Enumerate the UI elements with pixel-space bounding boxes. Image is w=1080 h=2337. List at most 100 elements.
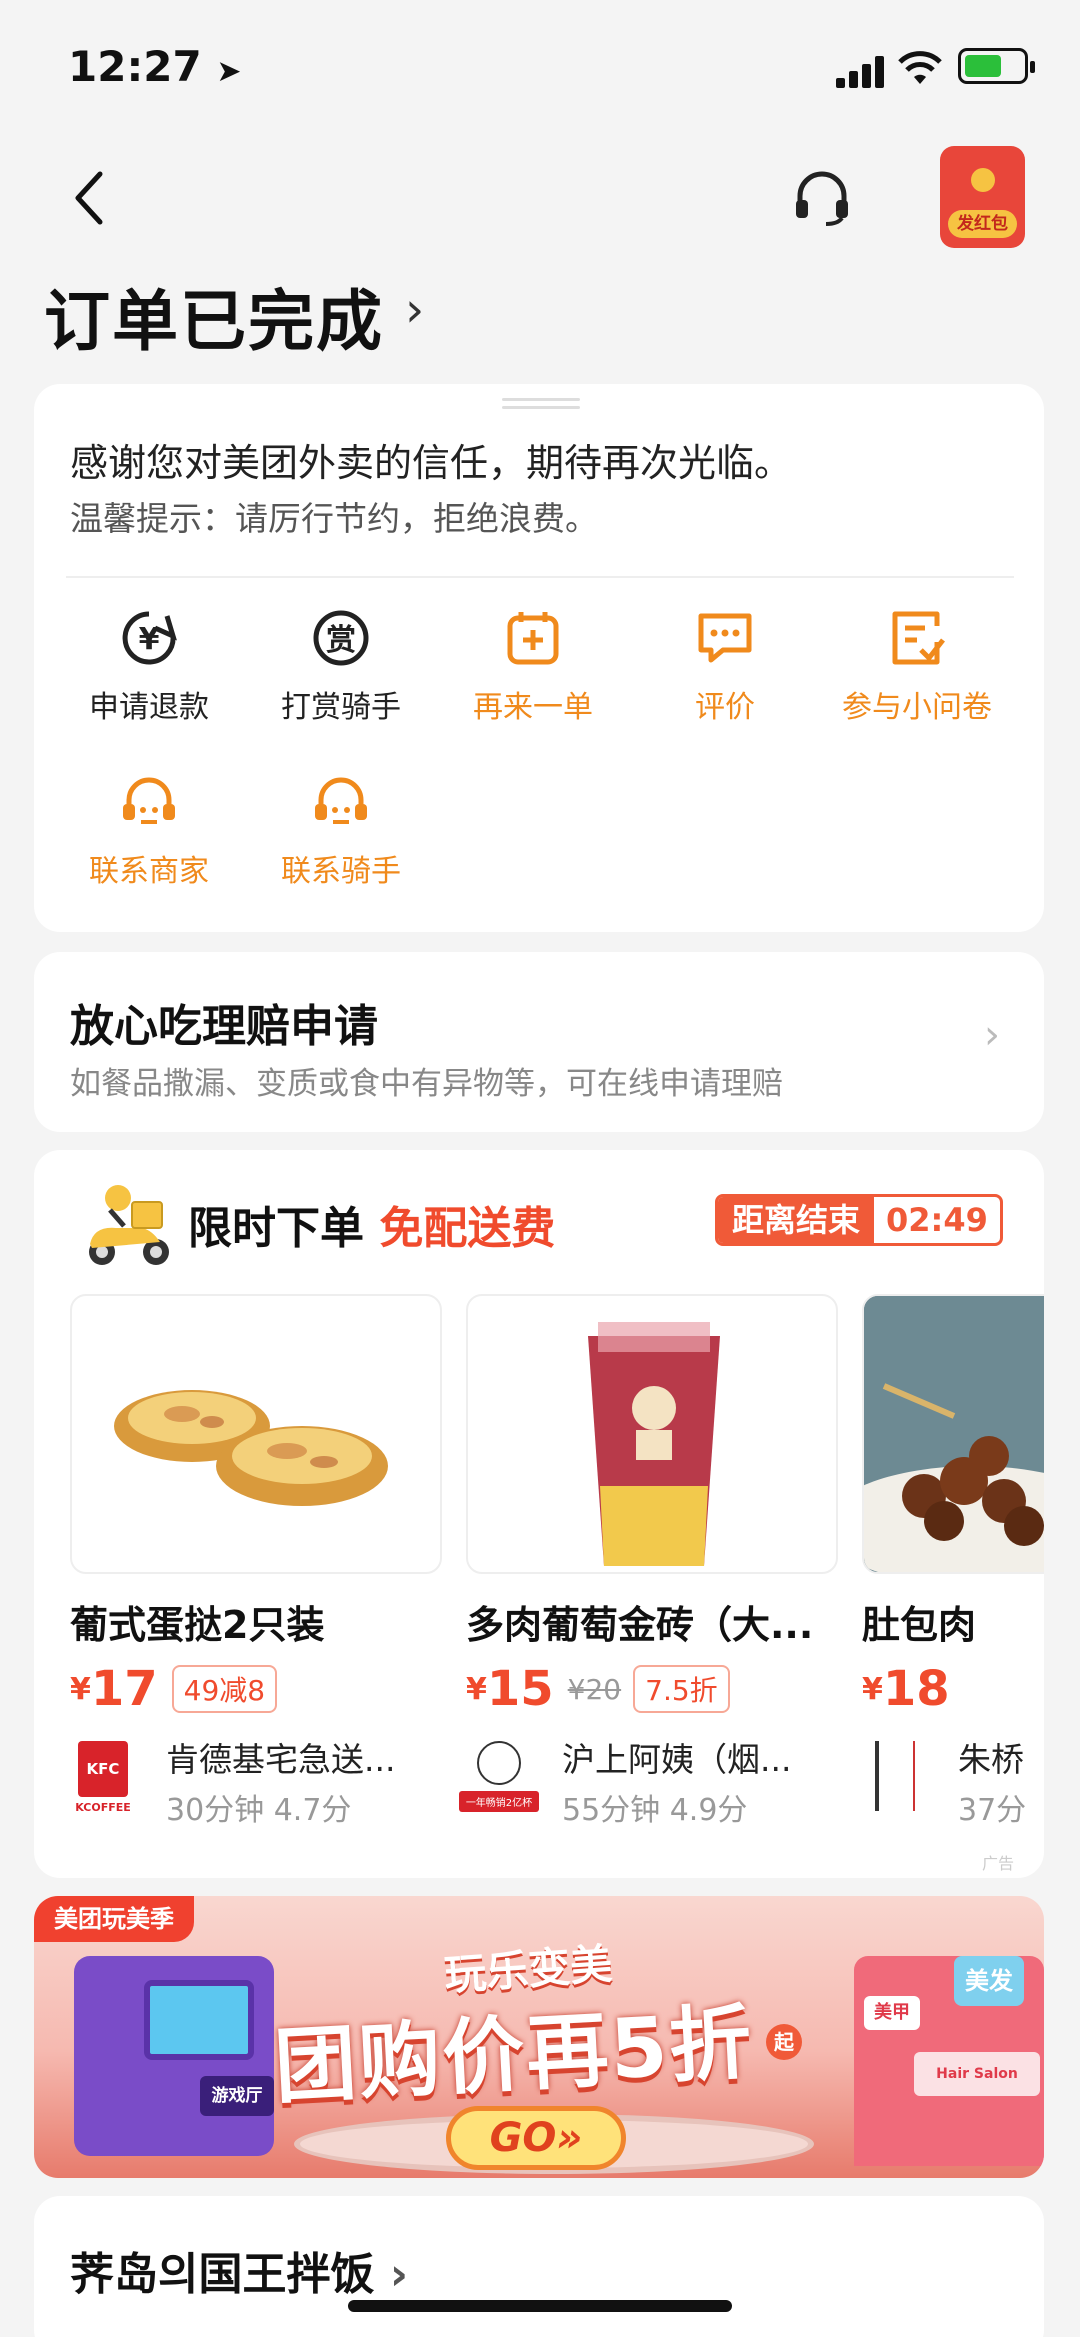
contact-rider-label: 联系骑手 — [281, 854, 401, 889]
claim-subtitle: 如餐品撒漏、变质或食中有异物等，可在线申请理赔 — [70, 1066, 783, 1102]
page-title[interactable]: 订单已完成 — [44, 268, 384, 364]
store-name: 朱桥 — [958, 1740, 1024, 1779]
drag-handle[interactable] — [502, 398, 580, 401]
wifi-icon — [898, 51, 942, 84]
drag-handle-line — [502, 406, 580, 409]
chevron-right-icon: › — [984, 1012, 1000, 1058]
currency: ¥ — [862, 1671, 883, 1707]
product-image — [862, 1294, 1044, 1574]
product-price: 17 — [90, 1661, 158, 1717]
home-indicator[interactable] — [348, 2300, 732, 2312]
contact-merchant-button[interactable]: 联系商家 — [54, 770, 244, 890]
arcade-illustration: 游戏厅 — [74, 1956, 274, 2156]
survey-button[interactable]: 参与小问卷 — [822, 606, 1012, 726]
review-button[interactable]: 评价 — [630, 606, 820, 726]
tip-message: 温馨提示：请厉行节约，拒绝浪费。 — [70, 499, 598, 538]
delivery-scooter-icon — [89, 1185, 169, 1265]
svg-text:赏: 赏 — [326, 623, 356, 658]
signal-icon — [836, 56, 884, 88]
contact-merchant-label: 联系商家 — [89, 854, 209, 889]
promo-title: 限时下单 免配送费 — [188, 1203, 556, 1254]
product-name: 肚包肉 — [862, 1603, 977, 1647]
store-meta: 30分钟 4.7分 — [166, 1793, 352, 1828]
promo-banner[interactable]: 美团玩美季 游戏厅 玩乐变美 团购价再5折 起 GO» 美发 美甲 Hair S… — [34, 1896, 1044, 2178]
store-name: 肯德基宅急送... — [166, 1740, 396, 1779]
status-bar: 12:27 ➤ — [0, 0, 1080, 130]
contact-rider-button[interactable]: 联系骑手 — [246, 770, 436, 890]
survey-icon — [892, 611, 945, 665]
reorder-icon — [507, 612, 559, 665]
claim-title: 放心吃理赔申请 — [70, 1001, 378, 1052]
store-meta: 37分 — [958, 1793, 1027, 1828]
countdown-timer: 距离结束 02:49 — [715, 1194, 1003, 1246]
hair-salon-sign: Hair Salon — [914, 2052, 1040, 2096]
store-title: 荠岛의国王拌饭 › — [70, 2249, 408, 2300]
store-info: 一年畅销2亿杯 沪上阿姨（烟... 55分钟 4.9分 — [459, 1733, 838, 1829]
status-time: 12:27 ➤ — [68, 42, 242, 91]
discount-tag: 7.5折 — [633, 1665, 730, 1713]
product-card[interactable]: 多肉葡萄金砖（大... ¥ 15 ¥20 7.5折 一年畅销2亿杯 沪上阿姨（烟… — [459, 1294, 838, 1829]
store-name: 沪上阿姨（烟... — [562, 1740, 792, 1779]
countdown-label: 距离结束 — [718, 1197, 875, 1243]
banner-go-button[interactable]: GO» — [446, 2106, 626, 2170]
back-icon[interactable] — [70, 168, 110, 228]
store-card[interactable]: 荠岛의国王拌饭 › — [34, 2196, 1044, 2337]
currency: ¥ — [70, 1671, 91, 1707]
salon-illustration: 美发 美甲 Hair Salon — [854, 1956, 1044, 2166]
location-arrow-icon: ➤ — [216, 54, 242, 89]
auntea-jenny-logo: 一年畅销2亿杯 — [459, 1741, 539, 1821]
tip-rider-label: 打赏骑手 — [281, 690, 401, 725]
review-icon — [698, 613, 752, 663]
reward-icon: 赏 — [313, 610, 369, 666]
reorder-label: 再来一单 — [473, 690, 593, 725]
tip-rider-button[interactable]: 赏 打赏骑手 — [246, 606, 436, 726]
product-name: 多肉葡萄金砖（大... — [466, 1603, 814, 1647]
divider — [66, 576, 1014, 578]
red-packet-label: 发红包 — [948, 210, 1017, 238]
customer-service-icon[interactable] — [792, 170, 852, 228]
product-card[interactable]: 葡式蛋挞2只装 ¥ 17 49减8 KFC KCOFFEE 肯德基宅急送... … — [70, 1294, 442, 1829]
store-logo — [862, 1741, 928, 1821]
original-price: ¥20 — [567, 1672, 622, 1706]
price-line: ¥ 15 ¥20 7.5折 — [466, 1661, 838, 1717]
send-red-packet-button[interactable]: 发红包 — [940, 146, 1025, 248]
refund-button[interactable]: ¥ 申请退款 — [54, 606, 244, 726]
discount-tag: 49减8 — [171, 1665, 278, 1713]
thanks-message: 感谢您对美团外卖的信任，期待再次光临。 — [70, 441, 793, 485]
banner-corner-tag: 美团玩美季 — [34, 1896, 194, 1942]
salon-sign: 美发 — [954, 1956, 1024, 2006]
price-line: ¥ 18 — [862, 1661, 1044, 1717]
promo-highlight: 免配送费 — [379, 1203, 556, 1254]
product-price: 18 — [882, 1661, 950, 1717]
product-name: 葡式蛋挞2只装 — [70, 1603, 325, 1647]
review-label: 评价 — [695, 690, 755, 725]
banner-qi-badge: 起 — [766, 2024, 802, 2060]
battery-icon — [958, 48, 1035, 84]
currency: ¥ — [466, 1671, 487, 1707]
limited-time-promo-card: 限时下单 免配送费 距离结束 02:49 葡式蛋挞2只装 ¥ 17 49减8 K… — [34, 1150, 1044, 1878]
survey-label: 参与小问卷 — [842, 690, 992, 725]
reorder-button[interactable]: 再来一单 — [438, 606, 628, 726]
kfc-logo: KFC KCOFFEE — [70, 1741, 136, 1821]
store-info: KFC KCOFFEE 肯德基宅急送... 30分钟 4.7分 — [70, 1733, 442, 1829]
nail-sign: 美甲 — [864, 1996, 920, 2030]
ad-label: 广告 — [982, 1854, 1015, 1873]
chevron-right-icon[interactable]: › — [405, 282, 424, 338]
product-image — [70, 1294, 442, 1574]
chevron-right-icon: › — [389, 2249, 408, 2300]
price-line: ¥ 17 49减8 — [70, 1661, 442, 1717]
order-status-card: 感谢您对美团外卖的信任，期待再次光临。 温馨提示：请厉行节约，拒绝浪费。 ¥ 申… — [34, 384, 1044, 932]
product-card[interactable]: 肚包肉 ¥ 18 朱桥 37分 — [862, 1294, 1044, 1829]
countdown-time: 02:49 — [886, 1201, 988, 1239]
refund-label: 申请退款 — [89, 690, 209, 725]
contact-merchant-icon — [123, 777, 175, 824]
product-image — [466, 1294, 838, 1574]
refund-icon: ¥ — [122, 611, 177, 665]
arcade-sign: 游戏厅 — [200, 2076, 274, 2116]
food-safety-claim-card[interactable]: 放心吃理赔申请 如餐品撒漏、变质或食中有异物等，可在线申请理赔 › — [34, 952, 1044, 1132]
product-price: 15 — [486, 1661, 554, 1717]
svg-text:¥: ¥ — [139, 622, 160, 657]
banner-headline: 团购价再5折 — [272, 1995, 756, 2116]
store-meta: 55分钟 4.9分 — [562, 1793, 748, 1828]
coin-icon — [971, 168, 995, 192]
